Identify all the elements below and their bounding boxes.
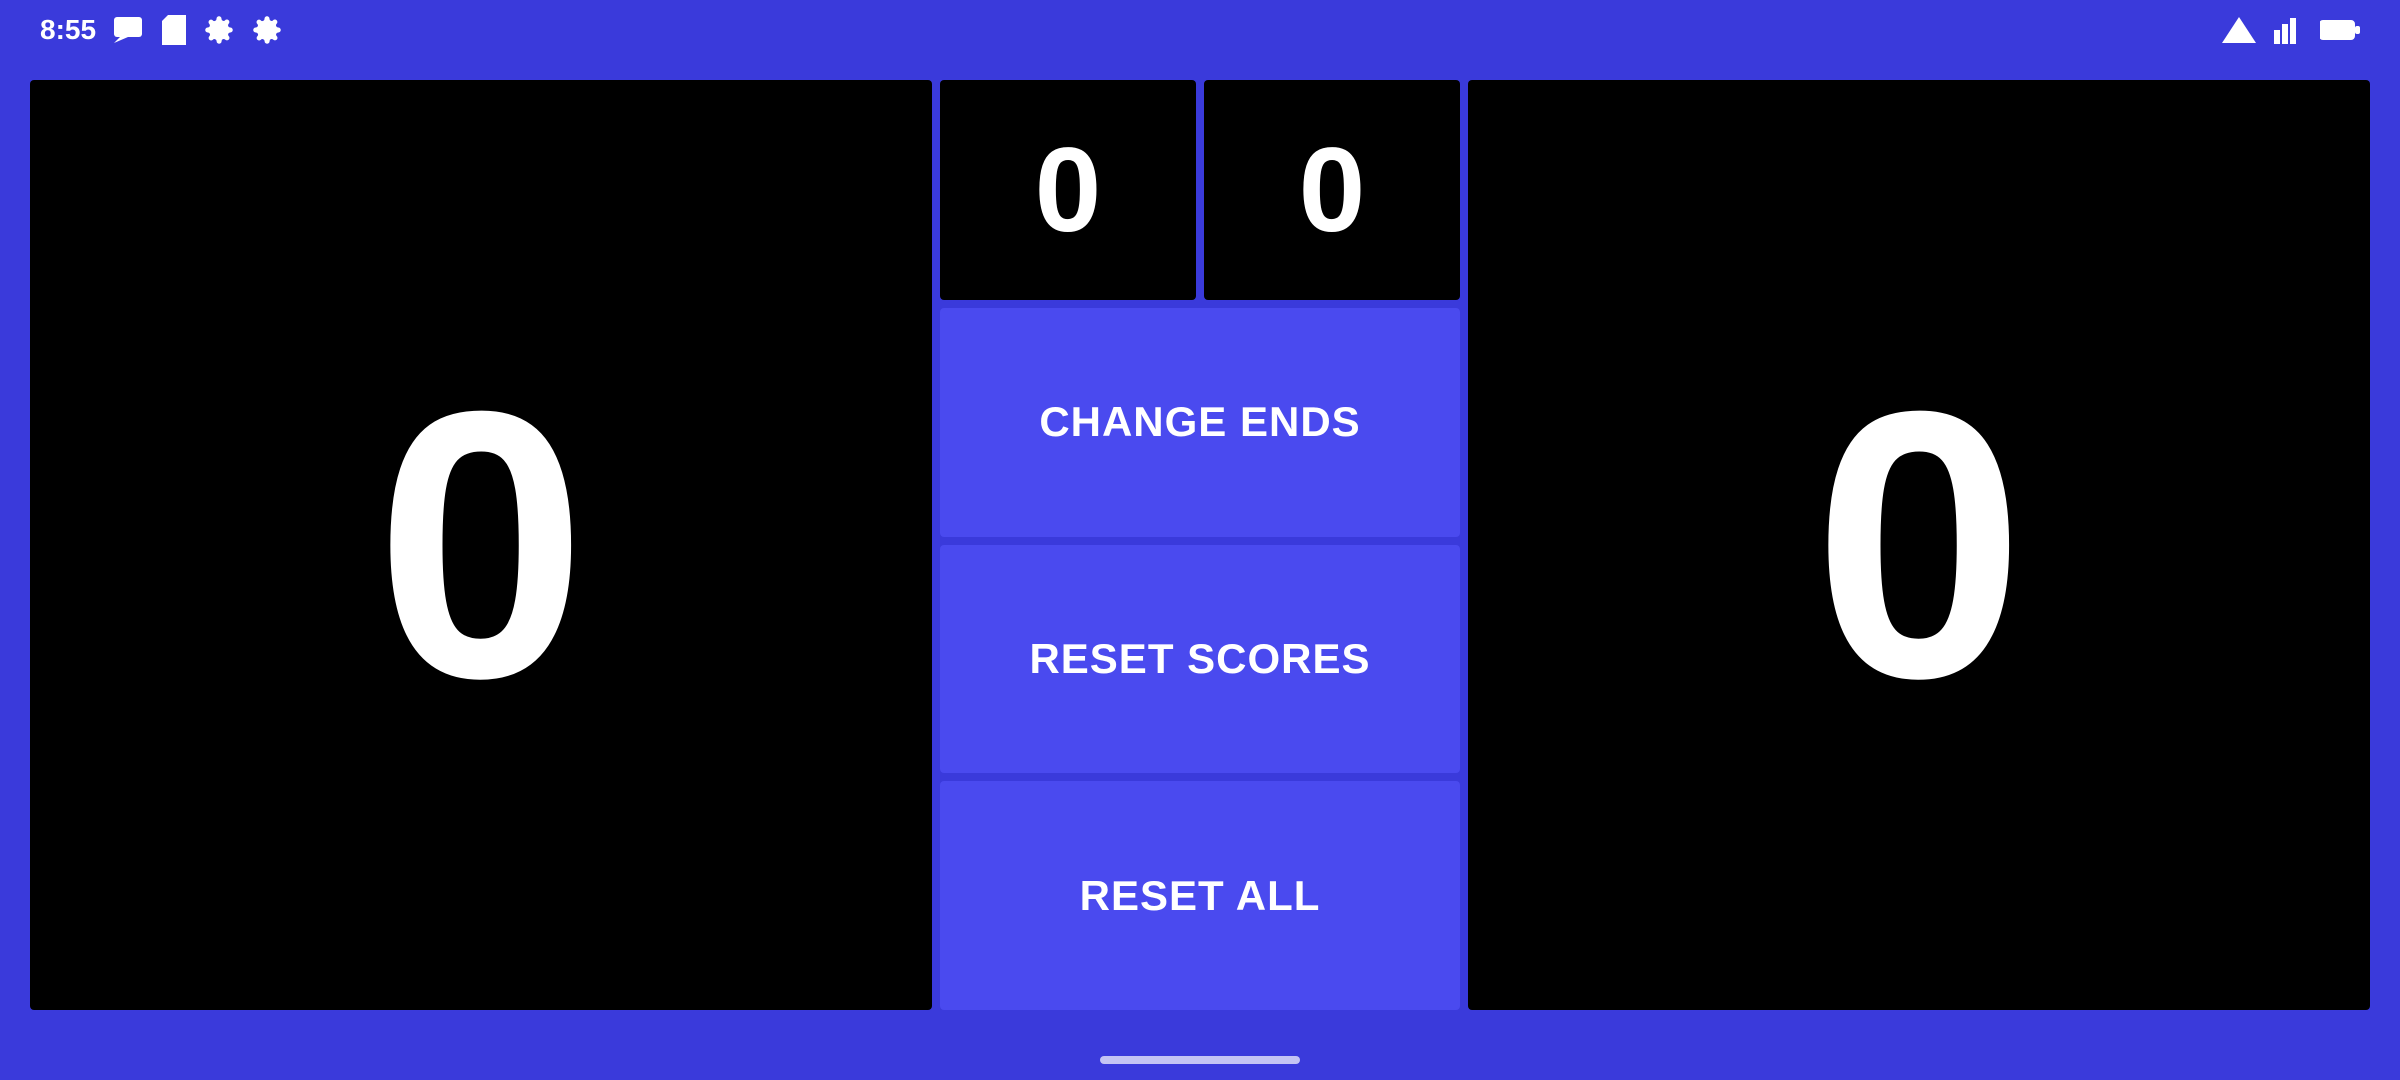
mini-score-box-right[interactable]: 0 — [1204, 80, 1460, 300]
reset-all-button[interactable]: RESET ALL — [940, 781, 1460, 1010]
mini-score-left: 0 — [1035, 121, 1102, 259]
sim-icon — [162, 15, 186, 45]
right-score: 0 — [1813, 355, 2024, 735]
mini-score-box-left[interactable]: 0 — [940, 80, 1196, 300]
buttons-area: CHANGE ENDS RESET SCORES RESET ALL — [940, 308, 1460, 1010]
signal-icon — [2274, 16, 2302, 44]
status-left: 8:55 — [40, 14, 282, 46]
status-right — [2222, 16, 2360, 44]
status-time: 8:55 — [40, 14, 96, 46]
gear-icon-1 — [204, 15, 234, 45]
wifi-icon — [2222, 17, 2256, 43]
left-score-panel[interactable]: 0 — [30, 80, 932, 1010]
left-score: 0 — [375, 355, 586, 735]
change-ends-button[interactable]: CHANGE ENDS — [940, 308, 1460, 537]
status-bar: 8:55 — [0, 0, 2400, 60]
main-content: 0 0 0 CHANGE ENDS RESET SCORES RESET ALL… — [0, 60, 2400, 1040]
center-panel: 0 0 CHANGE ENDS RESET SCORES RESET ALL — [940, 80, 1460, 1010]
chat-icon — [114, 17, 144, 43]
right-score-panel[interactable]: 0 — [1468, 80, 2370, 1010]
gear-icon-2 — [252, 15, 282, 45]
battery-icon — [2320, 19, 2360, 41]
mini-score-right: 0 — [1299, 121, 1366, 259]
bottom-bar — [0, 1040, 2400, 1080]
reset-scores-button[interactable]: RESET SCORES — [940, 545, 1460, 774]
home-indicator — [1100, 1056, 1300, 1064]
top-scores-row: 0 0 — [940, 80, 1460, 300]
